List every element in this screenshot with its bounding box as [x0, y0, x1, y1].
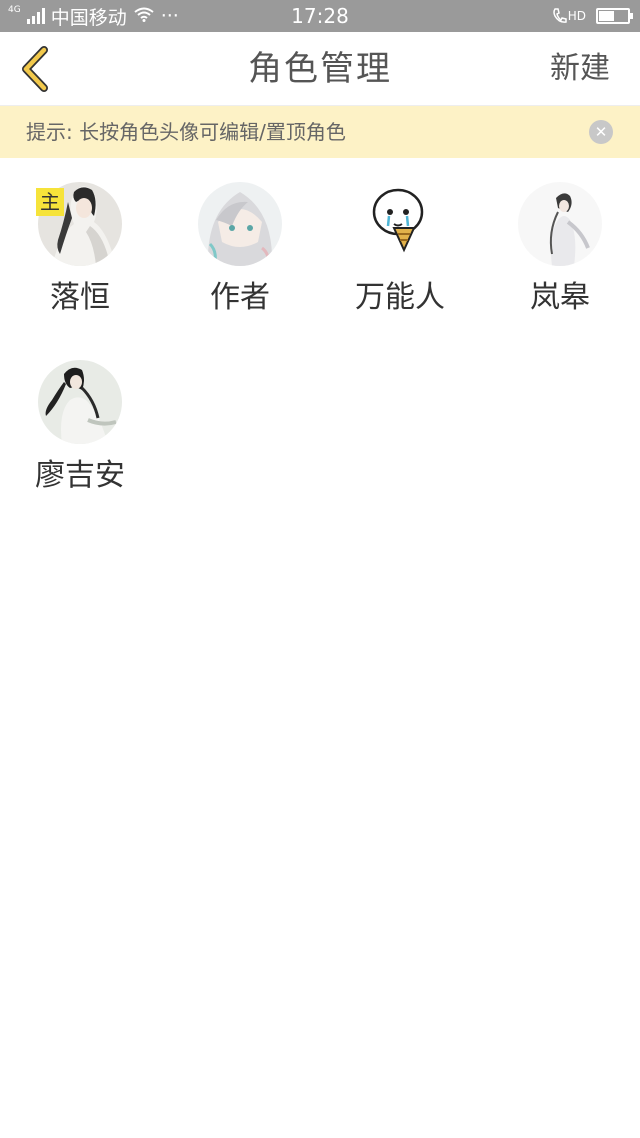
tip-banner: 提示: 长按角色头像可编辑/置顶角色 ✕ — [0, 106, 640, 158]
avatar[interactable] — [38, 360, 122, 444]
avatar[interactable] — [518, 182, 602, 266]
role-name: 落恒 — [50, 280, 110, 315]
page-title: 角色管理 — [248, 49, 392, 89]
avatar[interactable] — [198, 182, 282, 266]
status-time: 17:28 — [291, 4, 349, 28]
tip-text: 提示: 长按角色头像可编辑/置顶角色 — [26, 120, 346, 144]
role-item[interactable]: 万能人 — [320, 158, 480, 336]
nav-bar: 角色管理 新建 — [0, 32, 640, 106]
call-hd-label: HD — [567, 9, 586, 23]
role-name: 岚皋 — [530, 280, 590, 315]
new-role-button[interactable]: 新建 — [550, 32, 610, 106]
status-right: HD — [552, 0, 633, 32]
main-role-badge: 主 — [36, 188, 64, 216]
status-bar: 4G 中国移动 ··· 17:28 HD — [0, 0, 640, 32]
role-item[interactable]: 岚皋 — [480, 158, 640, 336]
battery-icon — [596, 8, 633, 24]
close-icon[interactable]: ✕ — [589, 120, 613, 144]
role-name: 万能人 — [355, 280, 445, 315]
role-item[interactable]: 主 落恒 — [0, 158, 160, 336]
role-name: 作者 — [210, 280, 270, 315]
call-hd-icon: HD — [552, 8, 586, 24]
role-item[interactable]: 作者 — [160, 158, 320, 336]
avatar[interactable] — [358, 182, 442, 266]
role-item[interactable]: 廖吉安 — [0, 336, 160, 514]
role-name: 廖吉安 — [35, 458, 125, 493]
